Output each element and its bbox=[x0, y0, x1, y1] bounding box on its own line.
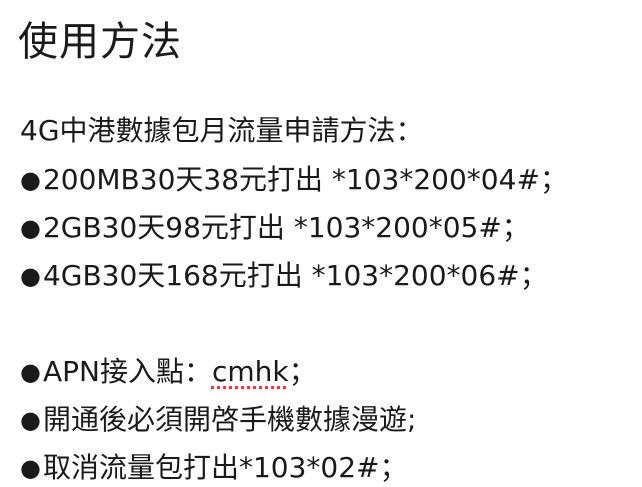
page-title: 使用方法 bbox=[18, 19, 182, 65]
plan-item: ●4GB30天168元打出 *103*200*06#； bbox=[20, 258, 548, 295]
bullet-icon: ● bbox=[20, 166, 41, 194]
cancel-note: ●取消流量包打出*103*02#； bbox=[20, 450, 408, 487]
document-page: 使用方法 4G中港數據包月流量申請方法： ●200MB30天38元打出 *103… bbox=[0, 0, 642, 486]
bullet-icon: ● bbox=[20, 262, 41, 290]
apn-value[interactable]: cmhk bbox=[212, 355, 289, 388]
plan-text: 2GB30天98元打出 *103*200*05#； bbox=[42, 211, 530, 244]
plan-text: 4GB30天168元打出 *103*200*06#； bbox=[42, 259, 548, 292]
apn-suffix: ； bbox=[288, 355, 317, 388]
intro-line: 4G中港數據包月流量申請方法： bbox=[20, 114, 424, 147]
bullet-icon: ● bbox=[20, 358, 41, 386]
bullet-icon: ● bbox=[20, 214, 41, 242]
bullet-icon: ● bbox=[20, 454, 41, 482]
plan-text: 200MB30天38元打出 *103*200*04#； bbox=[42, 163, 568, 196]
roaming-note: ●開通後必須開啓手機數據漫遊; bbox=[20, 402, 416, 439]
plan-item: ●200MB30天38元打出 *103*200*04#； bbox=[20, 162, 568, 199]
bullet-icon: ● bbox=[20, 406, 41, 434]
apn-label: APN接入點： bbox=[42, 355, 212, 388]
roaming-note-text: 開通後必須開啓手機數據漫遊; bbox=[42, 403, 417, 436]
apn-line: ●APN接入點：cmhk； bbox=[20, 354, 317, 391]
cancel-note-text: 取消流量包打出*103*02#； bbox=[42, 451, 408, 484]
plan-item: ●2GB30天98元打出 *103*200*05#； bbox=[20, 210, 530, 247]
